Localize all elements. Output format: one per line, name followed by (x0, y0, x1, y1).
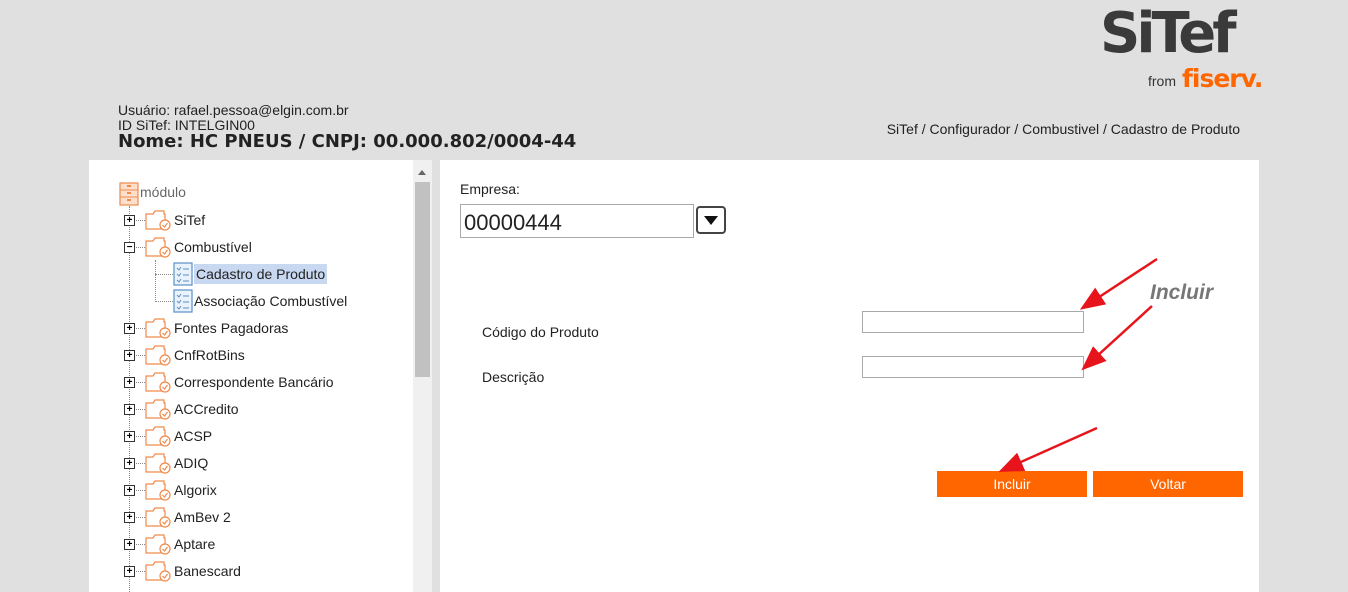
main-form-panel: Empresa: 00000444 Incluir Código do Prod… (440, 160, 1259, 592)
scrollbar-thumb[interactable] (415, 182, 430, 377)
folder-icon (145, 372, 171, 393)
expand-icon[interactable]: + (124, 350, 135, 361)
tree-item[interactable]: + Correspondente Bancário (89, 372, 409, 394)
annotation-incluir: Incluir (1150, 281, 1214, 304)
tree-scrollbar[interactable] (413, 160, 432, 592)
descricao-label: Descrição (482, 369, 545, 385)
folder-icon (145, 561, 171, 582)
nome-line: Nome: HC PNEUS / CNPJ: 00.000.802/0004-4… (118, 131, 577, 152)
sitef-logo: SiTef from fiserv. (1100, 1, 1263, 102)
folder-icon (145, 345, 171, 366)
expand-icon[interactable]: + (124, 485, 135, 496)
tree-item-label[interactable]: SiTef (174, 210, 205, 230)
user-info: Usuário: rafael.pessoa@elgin.com.br ID S… (118, 102, 576, 152)
tree-item[interactable]: + Banescard (89, 561, 409, 583)
logo-wordmark: SiTef (1100, 1, 1237, 66)
folder-icon (145, 426, 171, 447)
voltar-button[interactable]: Voltar (1093, 471, 1243, 497)
folder-icon (145, 507, 171, 528)
expand-icon[interactable]: + (124, 377, 135, 388)
folder-icon (145, 210, 171, 231)
tree-item-label[interactable]: CnfRotBins (174, 345, 245, 365)
tree-item[interactable]: + Algorix (89, 480, 409, 502)
tree-item-label[interactable]: Combustível (174, 237, 252, 257)
incluir-button[interactable]: Incluir (937, 471, 1087, 497)
codigo-produto-label: Código do Produto (482, 324, 599, 340)
tree-item-label[interactable]: ACSP (174, 426, 212, 446)
expand-icon[interactable]: + (124, 431, 135, 442)
tree-item-label[interactable]: Algorix (174, 480, 217, 500)
expand-icon[interactable]: + (124, 215, 135, 226)
folder-icon (145, 534, 171, 555)
module-root-icon (119, 182, 139, 206)
tree-item-label[interactable]: Associação Combustível (194, 291, 347, 311)
tree-item-label[interactable]: Cadastro de Produto (194, 264, 328, 284)
chevron-down-icon (704, 216, 718, 225)
tree-connector-line (155, 274, 173, 275)
folder-icon (145, 480, 171, 501)
tree-item-label[interactable]: ADIQ (174, 453, 208, 473)
codigo-produto-input[interactable] (862, 311, 1084, 333)
tree-item[interactable]: + AmBev 2 (89, 507, 409, 529)
tree-item-label[interactable]: Fontes Pagadoras (174, 318, 288, 338)
logo-from-text: from (1148, 73, 1176, 89)
tree-item[interactable]: + Aptare (89, 534, 409, 556)
module-tree-panel: módulo + SiTef − Combustível Cadastro de Pro… (89, 160, 432, 592)
folder-icon (145, 453, 171, 474)
tree-item[interactable]: + ACSP (89, 426, 409, 448)
tree-item[interactable]: + SiTef (89, 210, 409, 232)
tree-item[interactable]: + ACCredito (89, 399, 409, 421)
scroll-up-icon[interactable] (418, 170, 426, 175)
expand-icon[interactable]: + (124, 323, 135, 334)
tree-root-label[interactable]: módulo (140, 184, 186, 200)
tree-item-label[interactable]: Banescard (174, 561, 241, 581)
tree-item-label[interactable]: ACCredito (174, 399, 239, 419)
document-list-icon (173, 289, 193, 313)
tree-item-label[interactable]: Aptare (174, 534, 215, 554)
tree-item-label[interactable]: AmBev 2 (174, 507, 231, 527)
tree-item-label[interactable]: Correspondente Bancário (174, 372, 334, 392)
expand-icon[interactable]: + (124, 404, 135, 415)
folder-icon (145, 399, 171, 420)
tree-item[interactable]: + Fontes Pagadoras (89, 318, 409, 340)
logo-brand: fiserv. (1182, 64, 1263, 93)
tree-item[interactable]: Cadastro de Produto (89, 262, 409, 286)
expand-icon[interactable]: + (124, 458, 135, 469)
empresa-label: Empresa: (460, 181, 520, 197)
expand-icon[interactable]: + (124, 512, 135, 523)
tree-connector-line (155, 301, 173, 302)
empresa-select[interactable]: 00000444 (460, 204, 694, 238)
folder-icon (145, 318, 171, 339)
collapse-icon[interactable]: − (124, 242, 135, 253)
breadcrumb: SiTef / Configurador / Combustivel / Cad… (886, 121, 1240, 137)
folder-icon (145, 237, 171, 258)
tree-item[interactable]: Associação Combustível (89, 289, 409, 313)
tree-item[interactable]: + CnfRotBins (89, 345, 409, 367)
tree-item[interactable]: − Combustível (89, 237, 409, 259)
descricao-input[interactable] (862, 356, 1084, 378)
tree-item[interactable]: + ADIQ (89, 453, 409, 475)
empresa-dropdown-button[interactable] (696, 206, 726, 234)
document-list-icon (173, 262, 193, 286)
expand-icon[interactable]: + (124, 539, 135, 550)
expand-icon[interactable]: + (124, 566, 135, 577)
